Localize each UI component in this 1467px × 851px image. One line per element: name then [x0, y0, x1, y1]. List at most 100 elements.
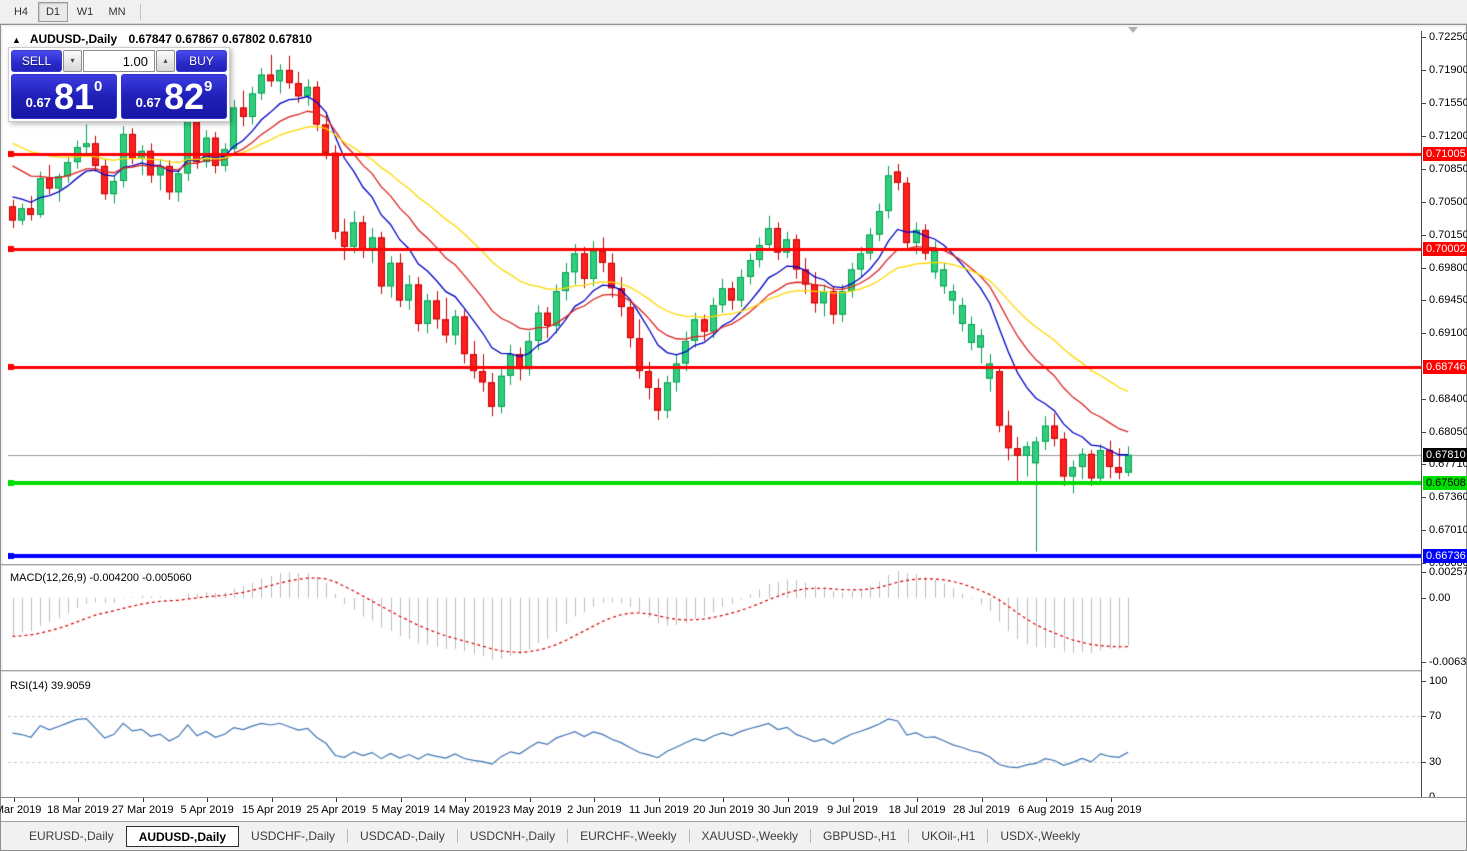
chart-ohlc-values: 0.67847 0.67867 0.67802 0.67810	[129, 32, 313, 46]
chart-tab-eurchf-weekly[interactable]: EURCHF-,Weekly	[568, 826, 688, 847]
timeframe-toolbar: H4D1W1MN	[0, 0, 1467, 24]
chart-tab-usdchf-daily[interactable]: USDCHF-,Daily	[239, 826, 347, 847]
price-tick-label: 0.69100	[1429, 327, 1467, 339]
level-price-label: 0.68746	[1423, 360, 1467, 374]
price-tick	[1422, 300, 1426, 301]
price-tick	[1422, 136, 1426, 137]
timeframe-button-w1[interactable]: W1	[70, 2, 100, 22]
collapse-triangle-icon[interactable]: ▲	[12, 35, 21, 45]
rsi-axis-label: 100	[1429, 675, 1447, 687]
date-tick	[465, 798, 466, 802]
rsi-name: RSI(14)	[10, 680, 48, 692]
price-tick-label: 0.70850	[1429, 163, 1467, 175]
rsi-axis-label: 70	[1429, 710, 1441, 722]
macd-indicator-label: MACD(12,26,9) -0.004200 -0.005060	[10, 572, 192, 584]
buy-price-prefix: 0.67	[136, 95, 161, 118]
buy-price-panel[interactable]: 0.67 82 9	[121, 74, 227, 119]
chart-tab-gbpusd-h1[interactable]: GBPUSD-,H1	[811, 826, 908, 847]
buy-button[interactable]: BUY	[176, 50, 227, 72]
price-tick	[1422, 235, 1426, 236]
buy-price-pipette: 9	[204, 78, 212, 95]
rsi-axis-tick	[1422, 716, 1426, 717]
price-tick	[1422, 432, 1426, 433]
price-tick-label: 0.70150	[1429, 229, 1467, 241]
date-tick	[530, 798, 531, 802]
price-tick-label: 0.69800	[1429, 262, 1467, 274]
date-tick	[982, 798, 983, 802]
date-tick	[723, 798, 724, 802]
date-tick	[1046, 798, 1047, 802]
pane-separator[interactable]	[1, 564, 1466, 566]
price-tick	[1422, 103, 1426, 104]
date-tick	[14, 798, 15, 802]
date-tick	[594, 798, 595, 802]
toolbar-separator	[140, 4, 141, 20]
chart-tab-xauusd-weekly[interactable]: XAUUSD-,Weekly	[690, 826, 810, 847]
price-tick-label: 0.68050	[1429, 426, 1467, 438]
chart-tab-bar: EURUSD-,DailyAUDUSD-,DailyUSDCHF-,DailyU…	[1, 821, 1466, 850]
date-axis[interactable]: 8 Mar 201918 Mar 201927 Mar 20195 Apr 20…	[1, 797, 1466, 821]
chart-shift-marker-icon[interactable]	[1128, 27, 1138, 33]
date-tick	[207, 798, 208, 802]
price-tick-label: 0.68400	[1429, 393, 1467, 405]
price-tick	[1422, 169, 1426, 170]
date-label: 15 Aug 2019	[1071, 804, 1151, 816]
rsi-pane-canvas[interactable]	[8, 673, 1421, 797]
level-price-label: 0.67508	[1423, 476, 1467, 490]
macd-axis-label: 0.002574	[1429, 566, 1467, 578]
price-tick-label: 0.67360	[1429, 491, 1467, 503]
price-tick	[1422, 530, 1426, 531]
sell-price-prefix: 0.67	[26, 95, 51, 118]
price-tick	[1422, 399, 1426, 400]
date-tick	[336, 798, 337, 802]
sell-price-panel[interactable]: 0.67 81 0	[11, 74, 117, 119]
chart-tab-usdcnh-daily[interactable]: USDCNH-,Daily	[458, 826, 567, 847]
price-tick-label: 0.69450	[1429, 294, 1467, 306]
macd-name: MACD(12,26,9)	[10, 572, 86, 584]
chart-tab-usdx-weekly[interactable]: USDX-,Weekly	[988, 826, 1092, 847]
date-tick	[659, 798, 660, 802]
chart-title: ▲ AUDUSD-,Daily 0.67847 0.67867 0.67802 …	[12, 32, 312, 46]
date-tick	[78, 798, 79, 802]
price-tick	[1422, 268, 1426, 269]
one-click-trading-panel: SELL ▾ ▴ BUY 0.67 81 0 0.67 82 9	[8, 47, 230, 122]
volume-increase-button[interactable]: ▴	[156, 50, 175, 72]
rsi-axis-label: 30	[1429, 756, 1441, 768]
price-tick-label: 0.71200	[1429, 130, 1467, 142]
sell-price-pipette: 0	[94, 78, 102, 95]
date-tick	[853, 798, 854, 802]
price-tick	[1422, 464, 1426, 465]
date-tick	[917, 798, 918, 802]
volume-input[interactable]	[83, 50, 155, 72]
price-tick	[1422, 70, 1426, 71]
sell-price-big-digits: 81	[54, 77, 94, 117]
macd-axis-tick	[1422, 662, 1426, 663]
timeframe-button-mn[interactable]: MN	[102, 2, 132, 22]
buy-price-big-digits: 82	[164, 77, 204, 117]
price-tick	[1422, 333, 1426, 334]
price-tick	[1422, 37, 1426, 38]
price-tick	[1422, 202, 1426, 203]
price-tick	[1422, 497, 1426, 498]
date-tick	[401, 798, 402, 802]
chart-tab-eurusd-daily[interactable]: EURUSD-,Daily	[17, 826, 126, 847]
macd-axis-tick	[1422, 572, 1426, 573]
current-price-label: 0.67810	[1423, 448, 1467, 462]
macd-pane-canvas[interactable]	[8, 567, 1421, 671]
rsi-indicator-label: RSI(14) 39.9059	[10, 680, 91, 692]
price-tick-label: 0.72250	[1429, 31, 1467, 43]
rsi-axis-tick	[1422, 681, 1426, 682]
chart-tab-audusd-daily[interactable]: AUDUSD-,Daily	[126, 826, 239, 847]
timeframe-button-h4[interactable]: H4	[6, 2, 36, 22]
price-tick-label: 0.67010	[1429, 524, 1467, 536]
price-axis[interactable]: 0.722500.719000.715500.712000.708500.705…	[1421, 31, 1466, 797]
sell-button[interactable]: SELL	[11, 50, 62, 72]
chart-tab-usdcad-daily[interactable]: USDCAD-,Daily	[348, 826, 457, 847]
pane-separator[interactable]	[1, 670, 1466, 672]
timeframe-button-d1[interactable]: D1	[38, 2, 68, 22]
macd-axis-label: -0.006326	[1429, 656, 1467, 668]
price-tick-label: 0.70500	[1429, 196, 1467, 208]
volume-decrease-button[interactable]: ▾	[63, 50, 82, 72]
chart-tab-ukoil-h1[interactable]: UKOil-,H1	[909, 826, 987, 847]
macd-values: -0.004200 -0.005060	[89, 572, 191, 584]
